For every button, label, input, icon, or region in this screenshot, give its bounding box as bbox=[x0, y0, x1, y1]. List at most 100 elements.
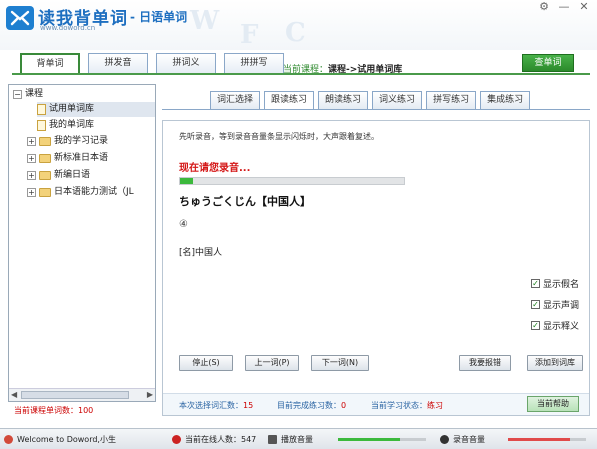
checkbox-label: 显示声调 bbox=[543, 301, 580, 311]
tree-item-new-japanese[interactable]: + 新编日语 bbox=[27, 168, 90, 183]
online-users-icon bbox=[172, 435, 181, 444]
window-controls: ⚙ — ✕ bbox=[535, 0, 593, 14]
tree-item-my-library[interactable]: 我的单词库 bbox=[37, 118, 94, 133]
checkbox-label: 显示假名 bbox=[543, 280, 580, 290]
tree-item-study-record[interactable]: + 我的学习记录 bbox=[27, 134, 108, 149]
document-icon bbox=[37, 104, 46, 115]
tab-meaning[interactable]: 拼词义 bbox=[156, 53, 216, 73]
online-status: 当前在线人数：547 bbox=[172, 434, 256, 445]
close-icon[interactable]: ✕ bbox=[575, 0, 593, 14]
show-accent-checkbox[interactable]: ✓ 显示声调 bbox=[531, 298, 579, 311]
next-word-button[interactable]: 下一词(N) bbox=[311, 355, 369, 371]
tab-spelling[interactable]: 拼拼写 bbox=[224, 53, 284, 73]
stats-bar: 本次选择词汇数：15 目前完成练习数：0 当前学习状态：练习 当前帮助 bbox=[163, 393, 589, 415]
settings-icon[interactable]: ⚙ bbox=[535, 0, 553, 14]
tree-root[interactable]: − 课程 bbox=[13, 87, 43, 102]
show-meaning-checkbox[interactable]: ✓ 显示释义 bbox=[531, 319, 579, 332]
stat-value: 15 bbox=[243, 401, 254, 410]
stat-label: 当前学习状态： bbox=[371, 401, 427, 410]
previous-word-button[interactable]: 上一词(P) bbox=[245, 355, 299, 371]
online-count-text: 当前在线人数：547 bbox=[185, 435, 257, 444]
tree-item-new-standard[interactable]: + 新标准日本语 bbox=[27, 151, 108, 166]
study-state-stat: 当前学习状态：练习 bbox=[371, 400, 443, 411]
checkbox-icon[interactable]: ✓ bbox=[531, 300, 540, 309]
app-header: 读我背单词 - 日语单词 www.doword.cn W F C ⚙ — ✕ bbox=[0, 0, 597, 50]
tab-vocab-choice[interactable]: 词汇选择 bbox=[210, 91, 261, 109]
stat-label: 本次选择词汇数： bbox=[179, 401, 243, 410]
completed-practice-stat: 目前完成练习数：0 bbox=[277, 400, 346, 411]
selected-words-stat: 本次选择词汇数：15 bbox=[179, 400, 253, 411]
checkbox-label: 显示释义 bbox=[543, 322, 580, 332]
main-tab-bar: 背单词 拼发音 拼词义 拼拼写 bbox=[20, 53, 284, 74]
tab-meaning-practice[interactable]: 词义练习 bbox=[372, 91, 423, 109]
app-subtitle: - 日语单词 bbox=[130, 10, 188, 24]
stat-value: 练习 bbox=[427, 401, 443, 410]
speaker-icon bbox=[268, 435, 277, 444]
checkbox-icon[interactable]: ✓ bbox=[531, 279, 540, 288]
welcome-status: Welcome to Doword,小生 bbox=[4, 434, 116, 445]
tab-pronunciation[interactable]: 拼发音 bbox=[88, 53, 148, 73]
expand-icon[interactable]: + bbox=[27, 137, 36, 146]
record-volume-slider[interactable] bbox=[508, 438, 586, 441]
record-volume-label: 录音音量 bbox=[453, 435, 485, 444]
horizontal-scrollbar[interactable]: ◀ ▶ bbox=[9, 388, 155, 401]
play-volume-slider[interactable] bbox=[338, 438, 426, 441]
document-icon bbox=[37, 120, 46, 131]
practice-tab-divider bbox=[162, 109, 590, 110]
expand-icon[interactable]: + bbox=[27, 171, 36, 180]
stop-button[interactable]: 停止(S) bbox=[179, 355, 233, 371]
report-error-button[interactable]: 我要报错 bbox=[459, 355, 511, 371]
lookup-word-button[interactable]: 查单词 bbox=[522, 54, 574, 72]
welcome-text: Welcome to Doword,小生 bbox=[17, 435, 116, 444]
minimize-icon[interactable]: — bbox=[555, 0, 573, 14]
expand-icon[interactable]: + bbox=[27, 188, 36, 197]
background-letter: C bbox=[285, 18, 306, 48]
tab-follow-read[interactable]: 跟读练习 bbox=[264, 91, 315, 110]
folder-icon bbox=[39, 171, 51, 180]
tab-divider bbox=[12, 73, 590, 75]
tree-item-trial-library[interactable]: 试用单词库 bbox=[37, 102, 155, 117]
collapse-icon[interactable]: − bbox=[13, 90, 22, 99]
show-kana-checkbox[interactable]: ✓ 显示假名 bbox=[531, 277, 579, 290]
background-letter: W bbox=[190, 6, 220, 36]
accent-mark: ④ bbox=[179, 219, 188, 230]
add-to-library-button[interactable]: 添加到词库 bbox=[527, 355, 583, 371]
expand-icon[interactable]: + bbox=[27, 154, 36, 163]
scrollbar-thumb[interactable] bbox=[21, 391, 129, 399]
tree-item-label: 新编日语 bbox=[54, 170, 91, 180]
course-tree: − 课程 试用单词库 我的单词库 + 我的学习记录 + 新标准日本语 + 新编日… bbox=[8, 84, 156, 402]
practice-panel: 先听录音，等到录音音量条显示闪烁时，大声跟着复述。 现在请您录音... ちゅうご… bbox=[162, 120, 590, 416]
recording-prompt: 现在请您录音... bbox=[179, 163, 251, 174]
checkbox-icon[interactable]: ✓ bbox=[531, 321, 540, 330]
help-button[interactable]: 当前帮助 bbox=[527, 396, 579, 412]
play-volume-label: 播放音量 bbox=[281, 435, 313, 444]
folder-icon bbox=[39, 188, 51, 197]
tree-item-label: 试用单词库 bbox=[49, 104, 95, 114]
folder-icon bbox=[39, 137, 51, 146]
tree-item-label: 我的单词库 bbox=[49, 120, 95, 130]
recording-volume-fill bbox=[180, 178, 194, 184]
instruction-text: 先听录音，等到录音音量条显示闪烁时，大声跟着复述。 bbox=[179, 132, 379, 141]
scroll-left-icon[interactable]: ◀ bbox=[11, 390, 17, 399]
tab-integrated-practice[interactable]: 集成练习 bbox=[480, 91, 531, 109]
tab-read-aloud[interactable]: 朗读练习 bbox=[318, 91, 369, 109]
scroll-right-icon[interactable]: ▶ bbox=[147, 390, 153, 399]
record-volume-status: 录音音量 bbox=[440, 434, 485, 445]
tab-spelling-practice[interactable]: 拼写练习 bbox=[426, 91, 477, 109]
recording-volume-bar bbox=[179, 177, 405, 185]
headphone-icon bbox=[440, 435, 449, 444]
tree-root-label: 课程 bbox=[25, 89, 44, 99]
user-icon bbox=[4, 435, 13, 444]
tree-item-jlpt[interactable]: + 日本语能力测试（JL bbox=[27, 185, 134, 200]
folder-icon bbox=[39, 154, 51, 163]
tree-item-label: 我的学习记录 bbox=[54, 136, 109, 146]
background-letter: F bbox=[240, 20, 259, 50]
word-meaning: [名]中国人 bbox=[179, 248, 223, 258]
tab-memorize[interactable]: 背单词 bbox=[20, 53, 80, 74]
practice-tab-bar: 词汇选择 跟读练习 朗读练习 词义练习 拼写练习 集成练习 bbox=[210, 91, 531, 110]
tree-item-label: 日本语能力测试（JL bbox=[54, 187, 134, 197]
course-word-count: 当前课程单词数：100 bbox=[14, 406, 94, 415]
stat-label: 目前完成练习数： bbox=[277, 401, 341, 410]
app-url: www.doword.cn bbox=[40, 24, 96, 32]
app-logo-icon bbox=[6, 6, 34, 30]
